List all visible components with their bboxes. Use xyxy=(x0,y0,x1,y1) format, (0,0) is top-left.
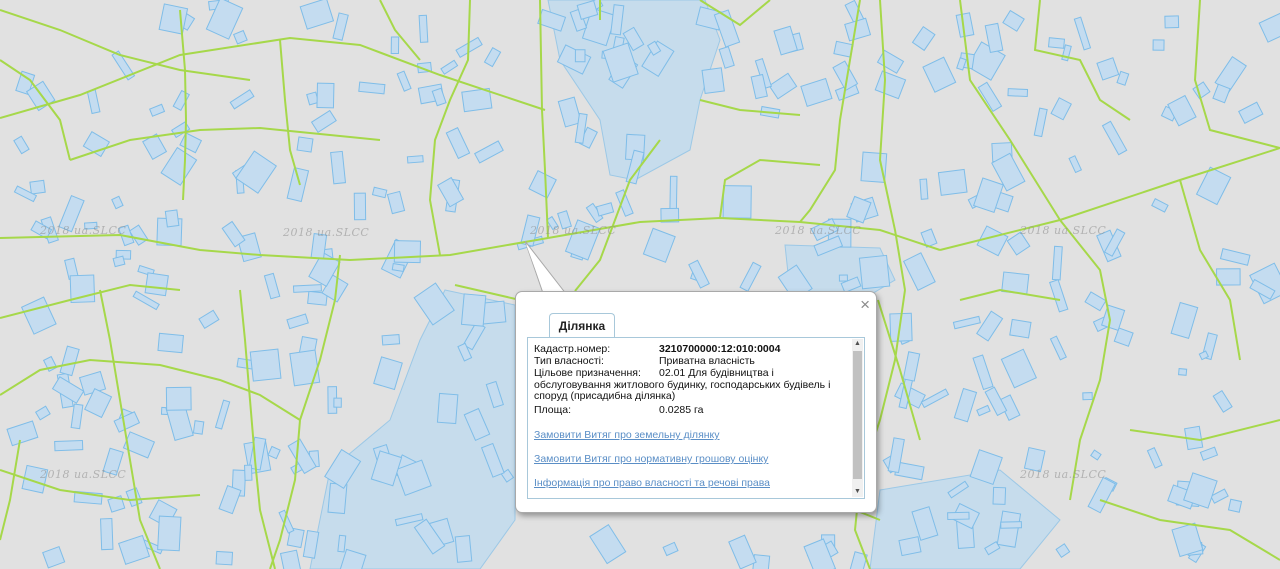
building-parcel xyxy=(296,136,314,153)
building-parcel xyxy=(461,87,493,113)
details-scrollbar[interactable]: ▲ ▼ xyxy=(852,339,863,497)
building-parcel xyxy=(898,536,922,557)
building-parcel xyxy=(330,150,347,185)
close-icon[interactable]: × xyxy=(860,296,870,313)
building-parcel xyxy=(1152,39,1165,51)
building-parcel xyxy=(358,81,386,95)
area-label: Площа: xyxy=(534,404,572,416)
watermark: 2018 ua.SLCC xyxy=(1020,468,1107,481)
building-parcel xyxy=(947,511,970,521)
building-parcel xyxy=(100,517,114,551)
building-parcel xyxy=(381,334,401,346)
building-parcel xyxy=(460,293,487,327)
building-parcel xyxy=(701,67,725,95)
building-parcel xyxy=(54,439,84,452)
building-parcel xyxy=(337,534,347,553)
building-parcel xyxy=(249,348,282,382)
watermark: 2018 ua.SLCC xyxy=(530,224,617,237)
building-parcel xyxy=(1000,521,1022,529)
purpose-value-continued: обслуговування житлового будинку, господ… xyxy=(534,379,831,402)
order-land-extract-link[interactable]: Замовити Витяг про земельну ділянку xyxy=(534,429,720,441)
building-parcel xyxy=(992,486,1007,505)
building-parcel xyxy=(215,550,234,566)
building-parcel xyxy=(292,284,322,293)
building-parcel xyxy=(436,392,459,425)
purpose-value-line1: 02.01 Для будівництва і xyxy=(659,367,774,379)
building-parcel xyxy=(391,262,405,273)
area-value: 0.0285 га xyxy=(659,404,704,416)
building-parcel xyxy=(157,332,184,354)
scroll-down-icon[interactable]: ▼ xyxy=(852,487,863,497)
parcel-details-panel[interactable]: Кадастр.номер: 3210700000:12:010:0004 Ти… xyxy=(527,337,865,499)
building-parcel xyxy=(157,515,182,552)
building-parcel xyxy=(244,464,253,481)
building-parcel xyxy=(165,386,192,411)
building-parcel xyxy=(406,155,424,164)
purpose-label: Цільове призначення: xyxy=(534,367,641,379)
building-parcel xyxy=(1177,368,1188,376)
tab-parcel[interactable]: Ділянка xyxy=(549,313,615,337)
watermark: 2018 ua.SLCC xyxy=(1020,224,1107,237)
building-parcel xyxy=(937,168,968,196)
building-parcel xyxy=(333,397,342,408)
building-parcel xyxy=(316,82,335,109)
scroll-up-icon[interactable]: ▲ xyxy=(852,339,863,349)
building-parcel xyxy=(353,192,367,221)
building-parcel xyxy=(390,36,400,55)
watermark: 2018 ua.SLCC xyxy=(283,226,370,239)
building-parcel xyxy=(164,209,180,228)
building-parcel xyxy=(1227,498,1243,513)
parcel-info-popup: × Ділянка Кадастр.номер: 3210700000:12:0… xyxy=(515,291,877,513)
building-parcel xyxy=(144,272,169,297)
watermark: 2018 ua.SLCC xyxy=(40,468,127,481)
building-parcel xyxy=(192,420,205,435)
building-parcel xyxy=(112,255,126,268)
building-parcel xyxy=(418,14,429,43)
building-parcel xyxy=(574,49,586,63)
building-parcel xyxy=(29,179,46,195)
building-parcel xyxy=(158,3,189,35)
scrollbar-thumb[interactable] xyxy=(853,351,862,479)
watermark: 2018 ua.SLCC xyxy=(40,224,127,237)
building-parcel xyxy=(919,178,929,200)
building-parcel xyxy=(393,240,422,264)
building-parcel xyxy=(289,349,321,387)
building-parcel xyxy=(1082,392,1093,401)
cadastral-label: Кадастр.номер: xyxy=(534,343,611,355)
building-parcel xyxy=(1164,15,1180,29)
ownership-label: Тип власності: xyxy=(534,355,604,367)
building-parcel xyxy=(669,175,678,210)
building-parcel xyxy=(858,254,891,290)
building-parcel xyxy=(722,185,752,219)
building-parcel xyxy=(1047,37,1066,49)
cadastral-number: 3210700000:12:010:0004 xyxy=(659,343,781,355)
building-parcel xyxy=(1009,318,1032,339)
watermark: 2018 ua.SLCC xyxy=(775,224,862,237)
building-parcel xyxy=(454,535,473,563)
building-parcel xyxy=(1051,245,1063,281)
ownership-value: Приватна власність xyxy=(659,355,755,367)
building-parcel xyxy=(838,274,848,282)
ownership-rights-link[interactable]: Інформація про право власності та речові… xyxy=(534,477,770,489)
building-parcel xyxy=(1007,88,1029,98)
order-valuation-extract-link[interactable]: Замовити Витяг про нормативну грошову оц… xyxy=(534,453,768,465)
